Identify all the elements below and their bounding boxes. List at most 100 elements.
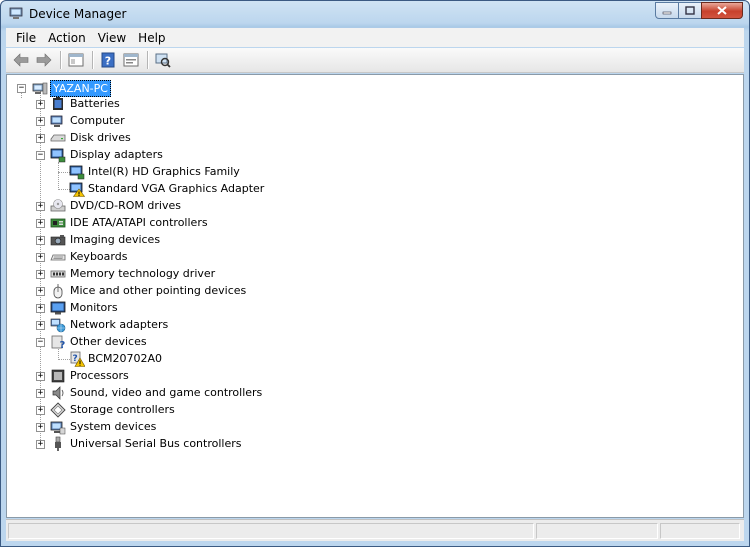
- menu-file[interactable]: File: [10, 31, 42, 45]
- expand-toggle[interactable]: +: [36, 372, 45, 381]
- dvd-drive-icon: [50, 199, 66, 212]
- processor-icon: [51, 369, 65, 383]
- expand-toggle[interactable]: +: [36, 134, 45, 143]
- tree-category-processors[interactable]: + Processors: [7, 368, 307, 385]
- tree-category-monitors[interactable]: + Monitors: [7, 300, 307, 317]
- monitor-icon: [50, 301, 66, 315]
- battery-icon: [53, 97, 63, 110]
- category-label: Keyboards: [70, 250, 128, 263]
- expand-toggle[interactable]: +: [36, 406, 45, 415]
- maximize-button[interactable]: [678, 2, 702, 19]
- help-button[interactable]: ?: [97, 50, 119, 70]
- toolbar: ?: [6, 48, 744, 73]
- expand-toggle[interactable]: +: [36, 117, 45, 126]
- tree-category-storage-controllers[interactable]: + Storage controllers: [7, 402, 307, 419]
- device-label: Standard VGA Graphics Adapter: [88, 182, 265, 195]
- category-label: System devices: [70, 420, 157, 433]
- expand-toggle[interactable]: +: [36, 202, 45, 211]
- keyboard-icon: [50, 254, 66, 261]
- mouse-icon: [53, 283, 63, 299]
- usb-icon: [55, 436, 61, 451]
- window-title: Device Manager: [29, 7, 127, 21]
- computer-icon: [50, 115, 63, 127]
- display-adapter-icon: [69, 165, 85, 180]
- root-label[interactable]: YAZAN-PC: [50, 80, 111, 97]
- expand-toggle[interactable]: +: [36, 321, 45, 330]
- close-button[interactable]: [701, 2, 743, 19]
- tree-device-bcm20702a0[interactable]: ? BCM20702A0: [7, 351, 307, 368]
- menu-action[interactable]: Action: [42, 31, 92, 45]
- tree-category-sound[interactable]: + Sound, video and game controllers: [7, 385, 307, 402]
- status-bar: [6, 519, 744, 541]
- tree-category-imaging-devices[interactable]: + Imaging devices: [7, 232, 307, 249]
- category-label: Processors: [70, 369, 129, 382]
- device-label: BCM20702A0: [88, 352, 163, 365]
- tree-category-computer[interactable]: + Computer: [7, 113, 307, 130]
- expand-toggle[interactable]: +: [36, 236, 45, 245]
- category-label: Memory technology driver: [70, 267, 216, 280]
- collapse-toggle[interactable]: −: [36, 151, 45, 160]
- status-pane-3: [660, 523, 740, 539]
- scan-hardware-button[interactable]: [152, 50, 174, 70]
- expand-toggle[interactable]: +: [36, 304, 45, 313]
- tree-category-memory-technology[interactable]: + Memory technology driver: [7, 266, 307, 283]
- back-icon: [13, 53, 29, 67]
- minimize-button[interactable]: [655, 2, 679, 19]
- expand-toggle[interactable]: +: [36, 253, 45, 262]
- category-label: Computer: [70, 114, 125, 127]
- tree-category-mice[interactable]: + Mice and other pointing devices: [7, 283, 307, 300]
- collapse-toggle[interactable]: −: [17, 84, 26, 93]
- expand-toggle[interactable]: +: [36, 100, 45, 109]
- forward-button[interactable]: [33, 50, 55, 70]
- display-adapter-warning-icon: [69, 182, 85, 197]
- network-icon: [50, 318, 66, 333]
- tree-category-display-adapters[interactable]: − Display adapters: [7, 147, 307, 164]
- expand-toggle[interactable]: +: [36, 270, 45, 279]
- expand-toggle[interactable]: +: [36, 219, 45, 228]
- status-pane-2: [536, 523, 658, 539]
- expand-toggle[interactable]: +: [36, 440, 45, 449]
- tree-device-standard-vga[interactable]: Standard VGA Graphics Adapter: [7, 181, 407, 198]
- storage-controller-icon: [50, 402, 66, 418]
- tree-category-other-devices[interactable]: − ? Other devices: [7, 334, 307, 351]
- disk-drive-icon: [50, 134, 66, 142]
- tree-category-network-adapters[interactable]: + Network adapters: [7, 317, 307, 334]
- expand-toggle[interactable]: +: [36, 287, 45, 296]
- tree-category-system-devices[interactable]: + System devices: [7, 419, 307, 436]
- maximize-icon: [685, 6, 695, 15]
- tree-category-keyboards[interactable]: + Keyboards: [7, 249, 307, 266]
- properties-button[interactable]: [120, 50, 142, 70]
- menu-help[interactable]: Help: [132, 31, 171, 45]
- forward-icon: [36, 53, 52, 67]
- device-manager-icon: [9, 7, 23, 19]
- tree-category-usb-controllers[interactable]: + Universal Serial Bus controllers: [7, 436, 307, 453]
- device-label: Intel(R) HD Graphics Family: [88, 165, 240, 178]
- collapse-toggle[interactable]: −: [36, 338, 45, 347]
- device-tree[interactable]: − YAZAN-PC + Batteries + Computer + Disk…: [6, 74, 744, 518]
- menu-bar: File Action View Help: [6, 28, 744, 47]
- category-label: Display adapters: [70, 148, 163, 161]
- menu-view[interactable]: View: [92, 31, 132, 45]
- expand-toggle[interactable]: +: [36, 389, 45, 398]
- svg-text:?: ?: [73, 354, 78, 364]
- unknown-device-icon: ?: [51, 335, 66, 350]
- expand-toggle[interactable]: +: [36, 423, 45, 432]
- toolbar-separator: [60, 51, 61, 69]
- category-label: Sound, video and game controllers: [70, 386, 263, 399]
- show-hide-console-tree-button[interactable]: [65, 50, 87, 70]
- tree-category-ide-controllers[interactable]: + IDE ATA/ATAPI controllers: [7, 215, 307, 232]
- toolbar-separator: [147, 51, 148, 69]
- back-button[interactable]: [10, 50, 32, 70]
- tree-category-batteries[interactable]: + Batteries: [7, 96, 307, 113]
- computer-icon: [32, 82, 48, 95]
- tree-category-dvd-drives[interactable]: + DVD/CD-ROM drives: [7, 198, 307, 215]
- category-label: Other devices: [70, 335, 147, 348]
- category-label: Batteries: [70, 97, 120, 110]
- tree-root[interactable]: − YAZAN-PC: [7, 80, 207, 97]
- status-pane-main: [8, 523, 534, 539]
- tree-category-disk-drives[interactable]: + Disk drives: [7, 130, 307, 147]
- tree-device-intel-hd-graphics[interactable]: Intel(R) HD Graphics Family: [7, 164, 407, 181]
- category-label: IDE ATA/ATAPI controllers: [70, 216, 208, 229]
- properties-icon: [123, 53, 139, 67]
- title-bar[interactable]: Device Manager: [1, 1, 749, 27]
